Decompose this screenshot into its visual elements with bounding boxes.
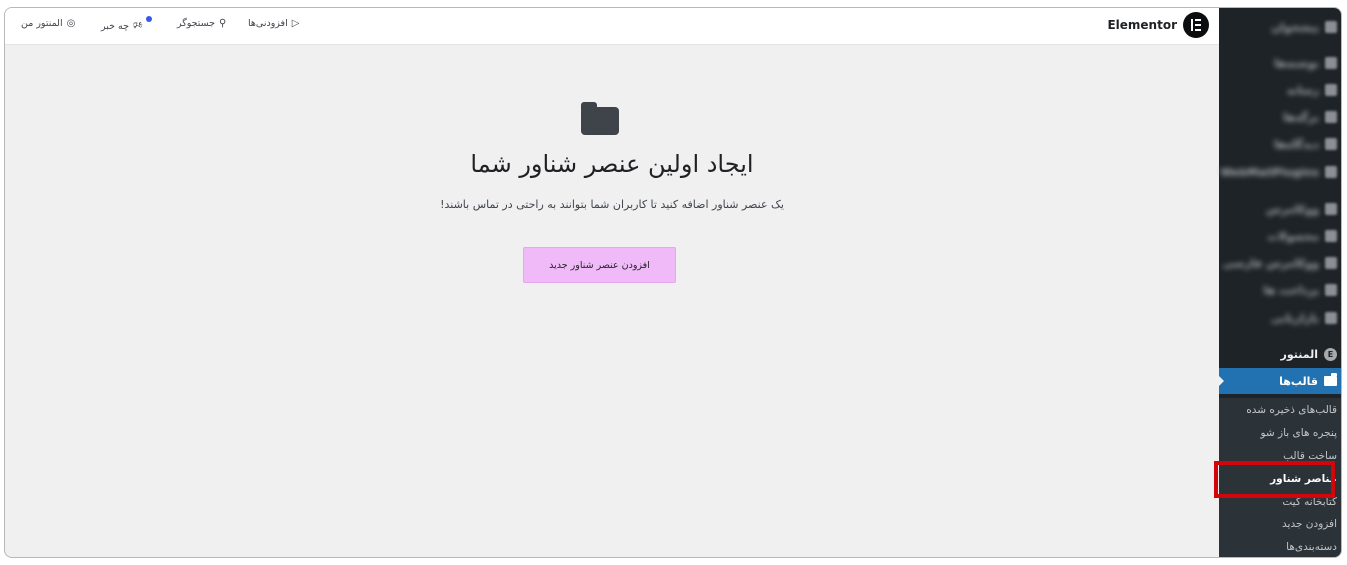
sidebar-item-label: WebMailPlugins — [1220, 165, 1319, 179]
sidebar-item-pages[interactable]: برگه‌ها — [1219, 105, 1341, 129]
sidebar-item-label: بازاریابی — [1270, 311, 1319, 325]
sidebar-item-label: برگه‌ها — [1283, 110, 1319, 124]
my-elementor-label: المنتور من — [21, 18, 63, 29]
elementor-icon: E — [1324, 347, 1337, 361]
sidebar-item-media[interactable]: رسانه — [1219, 78, 1341, 102]
annotation-highlight-box — [1214, 461, 1335, 498]
sidebar-item-elementor[interactable]: E المنتور — [1219, 342, 1341, 366]
main-content: ایجاد اولین عنصر شناور شما یک عنصر شناور… — [5, 45, 1219, 557]
sidebar-item-label: دیدگاه‌ها — [1274, 137, 1319, 151]
sidebar-item-payments[interactable]: پرداخت ها — [1219, 278, 1341, 302]
woocommerce-icon — [1325, 203, 1337, 215]
empty-state-description: یک عنصر شناور اضافه کنید تا کاربران شما … — [440, 198, 784, 211]
dashboard-icon — [1325, 21, 1337, 33]
brand[interactable]: Elementor — [1107, 12, 1209, 38]
whats-new-link[interactable]: 🕫 چه خبر — [101, 18, 143, 35]
sidebar-item-woo-persian[interactable]: ووکامرس فارسی — [1219, 251, 1341, 275]
sidebar-item-posts[interactable]: نوشته‌ها — [1219, 51, 1341, 75]
folder-icon — [581, 102, 619, 135]
search-icon: ⚲ — [219, 18, 227, 29]
sidebar-item-templates[interactable]: قالب‌ها — [1218, 368, 1341, 394]
elementor-top-bar: Elementor ◎ المنتور من 🕫 چه خبر ⚲ جستجوگ… — [5, 8, 1219, 45]
rocket-icon: ▷ — [291, 18, 300, 29]
pin-icon — [1325, 57, 1337, 69]
empty-state-title: ایجاد اولین عنصر شناور شما — [470, 150, 754, 178]
my-elementor-link[interactable]: ◎ المنتور من — [21, 18, 75, 29]
sidebar-item-woocommerce[interactable]: ووکامرس — [1219, 197, 1341, 221]
sidebar-item-label: ووکامرس فارسی — [1222, 256, 1319, 270]
notification-dot — [146, 16, 152, 22]
code-icon — [1325, 257, 1337, 269]
sidebar-item-webmail[interactable]: WebMailPlugins — [1219, 160, 1341, 184]
sidebar-item-dashboard[interactable]: پیشخوان — [1219, 15, 1341, 39]
sidebar-item-label: پرداخت ها — [1263, 283, 1319, 297]
mail-icon — [1325, 166, 1337, 178]
sidebar-item-marketing[interactable]: بازاریابی — [1219, 306, 1341, 330]
megaphone-icon — [1325, 312, 1337, 324]
sidebar-item-label: المنتور — [1280, 347, 1319, 361]
finder-link[interactable]: ⚲ جستجوگر — [177, 18, 226, 29]
submenu-saved-templates[interactable]: قالب‌های ذخیره شده — [1246, 404, 1337, 416]
sidebar-item-label: پیشخوان — [1271, 20, 1319, 34]
sidebar-item-label: رسانه — [1286, 83, 1319, 97]
elementor-logo-icon — [1183, 12, 1209, 38]
sidebar-item-comments[interactable]: دیدگاه‌ها — [1219, 132, 1341, 156]
user-circle-icon: ◎ — [66, 18, 76, 29]
submenu-popups[interactable]: پنجره های باز شو — [1260, 427, 1337, 439]
submenu-categories[interactable]: دسته‌بندی‌ها — [1286, 541, 1337, 553]
sidebar-item-products[interactable]: محصولات — [1219, 224, 1341, 248]
products-icon — [1325, 230, 1337, 242]
whats-new-label: چه خبر — [101, 21, 129, 32]
sidebar-item-label: ووکامرس — [1265, 202, 1319, 216]
brand-name: Elementor — [1107, 18, 1177, 32]
payment-icon — [1325, 284, 1337, 296]
comment-icon — [1325, 138, 1337, 150]
add-floating-element-button[interactable]: افزودن عنصر شناور جدید — [523, 247, 676, 283]
folder-icon — [1324, 373, 1337, 386]
submenu-add-new[interactable]: افزودن جدید — [1282, 518, 1337, 530]
megaphone-icon: 🕫 — [132, 20, 143, 31]
sidebar-item-label: نوشته‌ها — [1274, 56, 1319, 70]
sidebar-item-label: قالب‌ها — [1279, 374, 1318, 388]
addons-label: افزودنی‌ها — [248, 18, 288, 29]
page-icon — [1325, 111, 1337, 123]
sidebar-item-label: محصولات — [1267, 229, 1319, 243]
finder-label: جستجوگر — [177, 18, 216, 29]
addons-link[interactable]: ▷ افزودنی‌ها — [248, 18, 299, 29]
app-window: Elementor ◎ المنتور من 🕫 چه خبر ⚲ جستجوگ… — [4, 7, 1342, 558]
media-icon — [1325, 84, 1337, 96]
